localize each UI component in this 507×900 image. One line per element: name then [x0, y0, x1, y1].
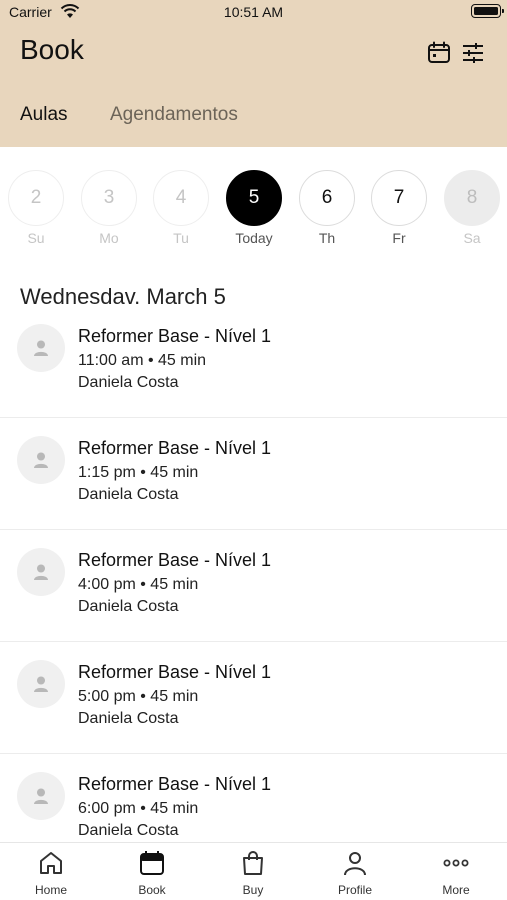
class-row[interactable]: Reformer Base - Nível 1 11:00 am • 45 mi…: [0, 306, 507, 418]
filter-button[interactable]: [460, 40, 486, 66]
tabbar-label: Buy: [242, 883, 264, 897]
class-instructor: Daniela Costa: [78, 486, 179, 503]
day-chip-3[interactable]: 3 Mo: [81, 170, 137, 246]
status-bar: Carrier 10:51 AM: [0, 0, 507, 24]
day-number: 5: [226, 170, 282, 226]
header: Carrier 10:51 AM Book Aulas Agendamentos: [0, 0, 507, 147]
person-placeholder-icon: [34, 564, 48, 580]
avatar: [17, 548, 65, 596]
day-name: Fr: [392, 230, 406, 246]
calendar-button[interactable]: [426, 40, 452, 66]
tabbar-label: More: [442, 883, 470, 897]
class-row[interactable]: Reformer Base - Nível 1 5:00 pm • 45 min…: [0, 642, 507, 754]
day-name: Tu: [173, 230, 189, 246]
tabbar-book[interactable]: Book: [112, 849, 192, 897]
segment-tabs: Aulas Agendamentos: [0, 96, 507, 136]
day-chip-6[interactable]: 6 Th: [299, 170, 355, 246]
day-number: 8: [444, 170, 500, 226]
person-icon: [344, 852, 366, 876]
day-chip-7[interactable]: 7 Fr: [371, 170, 427, 246]
class-list: Reformer Base - Nível 1 11:00 am • 45 mi…: [0, 306, 507, 842]
day-name: Th: [318, 230, 336, 246]
tabbar-more[interactable]: More: [416, 849, 496, 897]
class-name: Reformer Base - Nível 1: [78, 774, 272, 794]
avatar: [17, 772, 65, 820]
day-name: Sa: [463, 230, 481, 246]
person-placeholder-icon: [34, 676, 48, 692]
sliders-icon: [463, 43, 483, 63]
shopping-bag-icon: [243, 851, 263, 875]
class-time: 11:00 am • 45 min: [78, 352, 207, 369]
day-number: 4: [153, 170, 209, 226]
class-name: Reformer Base - Nível 1: [78, 550, 272, 570]
tab-aulas[interactable]: Aulas: [20, 104, 68, 126]
person-placeholder-icon: [34, 788, 48, 804]
person-placeholder-icon: [34, 452, 48, 468]
day-chip-8[interactable]: 8 Sa: [444, 170, 500, 246]
class-time: 1:15 pm • 45 min: [78, 464, 199, 481]
avatar: [17, 660, 65, 708]
class-row[interactable]: Reformer Base - Nível 1 1:15 pm • 45 min…: [0, 418, 507, 530]
tabbar-buy[interactable]: Buy: [213, 849, 293, 897]
battery-icon: [471, 4, 504, 18]
status-time: 10:51 AM: [223, 4, 284, 20]
day-chip-2[interactable]: 2 Su: [8, 170, 64, 246]
avatar: [17, 324, 65, 372]
tabbar-profile[interactable]: Profile: [315, 849, 395, 897]
class-instructor: Daniela Costa: [78, 822, 179, 839]
day-number: 7: [371, 170, 427, 226]
class-row[interactable]: Reformer Base - Nível 1 4:00 pm • 45 min…: [0, 530, 507, 642]
person-placeholder-icon: [34, 340, 48, 356]
tabbar-home[interactable]: Home: [11, 849, 91, 897]
page-title: Book: [20, 34, 84, 65]
tabbar-label: Home: [34, 883, 67, 897]
class-name: Reformer Base - Nível 1: [78, 438, 272, 458]
day-selector: 2 Su 3 Mo 4 Tu 5 Today 6 Th 7 Fr 8 Sa: [0, 160, 507, 250]
bottom-tab-bar: Home Book Buy Profile More: [0, 842, 507, 900]
tabbar-label: Profile: [337, 883, 372, 897]
class-instructor: Daniela Costa: [78, 598, 179, 615]
class-instructor: Daniela Costa: [78, 710, 179, 727]
day-name: Today: [235, 230, 273, 246]
class-name: Reformer Base - Nível 1: [78, 326, 272, 346]
class-instructor: Daniela Costa: [78, 374, 179, 391]
calendar-icon: [428, 41, 450, 63]
more-dots-icon: [443, 859, 469, 867]
home-icon: [40, 852, 62, 874]
avatar: [17, 436, 65, 484]
class-time: 4:00 pm • 45 min: [78, 576, 199, 593]
day-chip-5[interactable]: 5 Today: [226, 170, 282, 246]
class-time: 5:00 pm • 45 min: [78, 688, 199, 705]
day-number: 2: [8, 170, 64, 226]
class-name: Reformer Base - Nível 1: [78, 662, 272, 682]
day-name: Su: [27, 230, 45, 246]
day-number: 6: [299, 170, 355, 226]
tabbar-label: Book: [138, 883, 166, 897]
class-row[interactable]: Reformer Base - Nível 1 6:00 pm • 45 min…: [0, 754, 507, 842]
day-chip-4[interactable]: 4 Tu: [153, 170, 209, 246]
day-name: Mo: [99, 230, 119, 246]
class-time: 6:00 pm • 45 min: [78, 800, 199, 817]
calendar-icon: [140, 851, 164, 875]
day-number: 3: [81, 170, 137, 226]
tab-agendamentos[interactable]: Agendamentos: [110, 104, 238, 126]
